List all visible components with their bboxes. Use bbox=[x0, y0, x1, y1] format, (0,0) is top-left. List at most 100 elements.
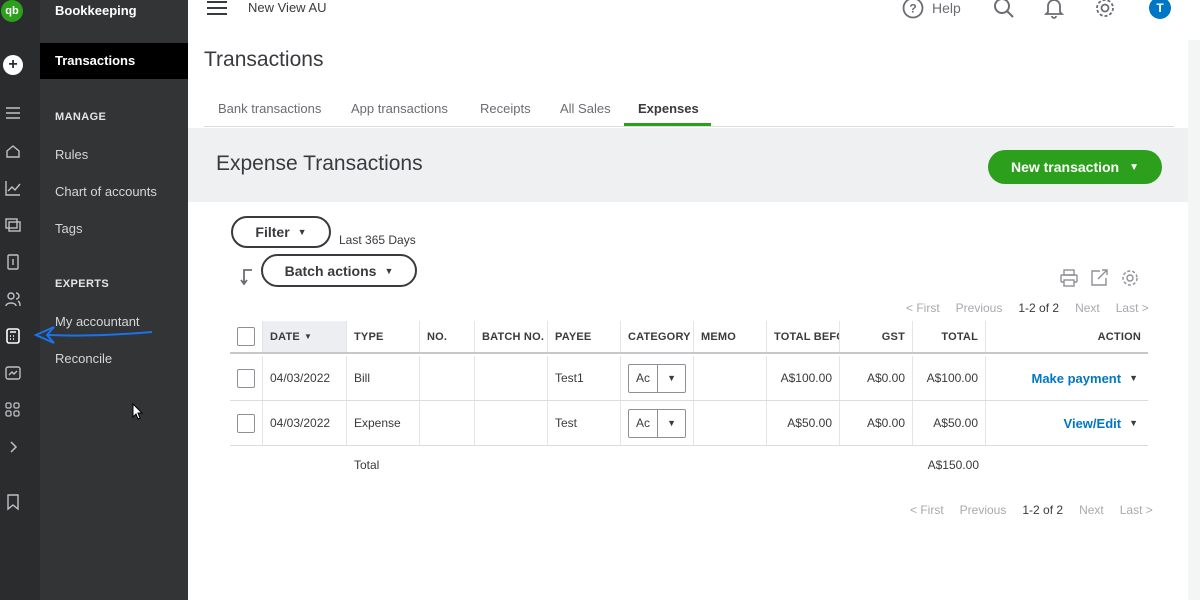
filter-button[interactable]: Filter ▼ bbox=[231, 216, 331, 248]
bookmark-icon[interactable] bbox=[0, 489, 26, 515]
cell-payee: Test1 bbox=[548, 356, 621, 400]
batch-actions-button[interactable]: Batch actions ▼ bbox=[261, 254, 417, 287]
tab-all-sales[interactable]: All Sales bbox=[560, 101, 611, 116]
column-header-gst[interactable]: GST bbox=[840, 321, 913, 352]
documents-icon[interactable] bbox=[0, 212, 26, 238]
annotation-arrow-icon bbox=[34, 326, 153, 344]
create-plus-button[interactable]: + bbox=[3, 55, 23, 75]
column-header-no[interactable]: NO. bbox=[420, 321, 475, 352]
sidebar-section-experts: EXPERTS bbox=[55, 278, 110, 290]
column-header-payee[interactable]: PAYEE bbox=[548, 321, 621, 352]
cell-gst: A$0.00 bbox=[840, 401, 913, 445]
people-icon[interactable] bbox=[0, 286, 26, 312]
cell-no bbox=[420, 401, 475, 445]
print-icon[interactable] bbox=[1060, 269, 1078, 292]
page-title: Transactions bbox=[204, 48, 324, 71]
menu-icon[interactable] bbox=[0, 100, 26, 126]
tab-app-transactions[interactable]: App transactions bbox=[351, 101, 448, 116]
tab-expenses[interactable]: Expenses bbox=[638, 101, 699, 116]
row-select-cell bbox=[230, 356, 263, 400]
caret-down-icon: ▼ bbox=[1129, 161, 1140, 173]
expense-transactions-title: Expense Transactions bbox=[216, 152, 423, 175]
pager-next[interactable]: Next bbox=[1079, 503, 1104, 517]
sidebar-item-transactions[interactable]: Transactions bbox=[40, 43, 188, 79]
category-select[interactable]: Ac ▼ bbox=[628, 408, 686, 438]
sidebar-item-tags[interactable]: Tags bbox=[55, 221, 82, 236]
pager-next[interactable]: Next bbox=[1075, 301, 1100, 315]
sidebar-item-chart-of-accounts[interactable]: Chart of accounts bbox=[55, 184, 157, 199]
pager-previous[interactable]: Previous bbox=[960, 503, 1007, 517]
total-spacer bbox=[420, 445, 913, 485]
sidebar-item-reconcile[interactable]: Reconcile bbox=[55, 351, 112, 366]
dollar-doc-icon[interactable] bbox=[0, 249, 26, 275]
action-menu-caret-icon[interactable]: ▼ bbox=[1129, 418, 1138, 428]
column-header-memo[interactable]: MEMO bbox=[694, 321, 767, 352]
pager-last[interactable]: Last > bbox=[1120, 503, 1153, 517]
select-all-checkbox[interactable] bbox=[237, 327, 255, 346]
pager-range: 1-2 of 2 bbox=[1018, 301, 1060, 315]
cell-type: Expense bbox=[347, 401, 420, 445]
sort-caret-icon: ▼ bbox=[303, 332, 313, 341]
apps-grid-icon[interactable] bbox=[0, 397, 26, 423]
cell-action: View/Edit ▼ bbox=[986, 401, 1148, 445]
cell-action: Make payment ▼ bbox=[986, 356, 1148, 400]
pagination-top: < First Previous 1-2 of 2 Next Last > bbox=[906, 301, 1149, 315]
table-total-row: Total A$150.00 bbox=[230, 445, 1148, 485]
cell-batch-no bbox=[475, 356, 548, 400]
sidebar-item-rules[interactable]: Rules bbox=[55, 147, 88, 162]
column-header-total[interactable]: TOTAL bbox=[913, 321, 986, 352]
table-row[interactable]: 04/03/2022 Expense Test Ac ▼ A$50.00 A$0.… bbox=[230, 401, 1148, 446]
search-icon[interactable] bbox=[993, 0, 1015, 24]
pager-previous[interactable]: Previous bbox=[956, 301, 1003, 315]
help-button[interactable]: ? Help bbox=[902, 0, 961, 19]
cell-total-before: A$50.00 bbox=[767, 401, 840, 445]
table-settings-gear-icon[interactable] bbox=[1121, 269, 1139, 292]
new-transaction-button[interactable]: New transaction ▼ bbox=[988, 150, 1162, 184]
column-header-category[interactable]: CATEGORY bbox=[621, 321, 694, 352]
active-tab-indicator bbox=[624, 123, 711, 126]
home-icon[interactable] bbox=[0, 138, 26, 164]
company-name[interactable]: New View AU bbox=[248, 0, 327, 15]
row-checkbox[interactable] bbox=[237, 413, 255, 433]
column-header-date[interactable]: DATE ▼ bbox=[263, 321, 347, 352]
sidebar-panel bbox=[40, 0, 188, 600]
column-header-batch-no[interactable]: BATCH NO. bbox=[475, 321, 548, 352]
export-icon[interactable] bbox=[1090, 269, 1108, 292]
user-avatar[interactable]: T bbox=[1149, 0, 1171, 19]
cell-date: 04/03/2022 bbox=[263, 356, 347, 400]
payroll-icon[interactable] bbox=[0, 360, 26, 386]
cell-total-before: A$100.00 bbox=[767, 356, 840, 400]
cell-total: A$100.00 bbox=[913, 356, 986, 400]
column-header-action: ACTION bbox=[1097, 330, 1141, 343]
bookkeeping-calculator-icon[interactable] bbox=[0, 323, 26, 349]
make-payment-link[interactable]: Make payment bbox=[1031, 371, 1121, 386]
total-spacer bbox=[230, 445, 347, 485]
column-header-total-before[interactable]: TOTAL BEFC bbox=[767, 321, 840, 352]
category-select[interactable]: Ac ▼ bbox=[628, 363, 686, 393]
sidebar-title: Bookkeeping bbox=[55, 3, 137, 18]
batch-select-arrow-icon bbox=[240, 268, 256, 291]
column-header-type[interactable]: TYPE bbox=[347, 321, 420, 352]
cell-gst: A$0.00 bbox=[840, 356, 913, 400]
cell-no bbox=[420, 356, 475, 400]
table-header-row: DATE ▼ TYPE NO. BATCH NO. PAYEE CATEGORY … bbox=[230, 321, 1148, 354]
expand-chevron-icon[interactable] bbox=[0, 434, 26, 460]
page-edge-shadow bbox=[1188, 40, 1200, 600]
tab-receipts[interactable]: Receipts bbox=[480, 101, 531, 116]
pager-first[interactable]: < First bbox=[906, 301, 940, 315]
row-checkbox[interactable] bbox=[237, 368, 255, 388]
notifications-bell-icon[interactable] bbox=[1043, 0, 1065, 24]
pager-first[interactable]: < First bbox=[910, 503, 944, 517]
caret-down-icon: ▼ bbox=[384, 265, 394, 276]
total-spacer bbox=[986, 445, 1148, 485]
view-edit-link[interactable]: View/Edit bbox=[1064, 416, 1122, 431]
pager-last[interactable]: Last > bbox=[1116, 301, 1149, 315]
cell-memo bbox=[694, 401, 767, 445]
reports-chart-icon[interactable] bbox=[0, 175, 26, 201]
table-row[interactable]: 04/03/2022 Bill Test1 Ac ▼ A$100.00 A$0.0… bbox=[230, 356, 1148, 401]
tab-bank-transactions[interactable]: Bank transactions bbox=[218, 101, 321, 116]
settings-gear-icon[interactable] bbox=[1094, 0, 1116, 24]
quickbooks-logo[interactable]: qb bbox=[1, 0, 23, 22]
action-menu-caret-icon[interactable]: ▼ bbox=[1129, 373, 1138, 383]
hamburger-menu-icon[interactable] bbox=[207, 0, 227, 21]
